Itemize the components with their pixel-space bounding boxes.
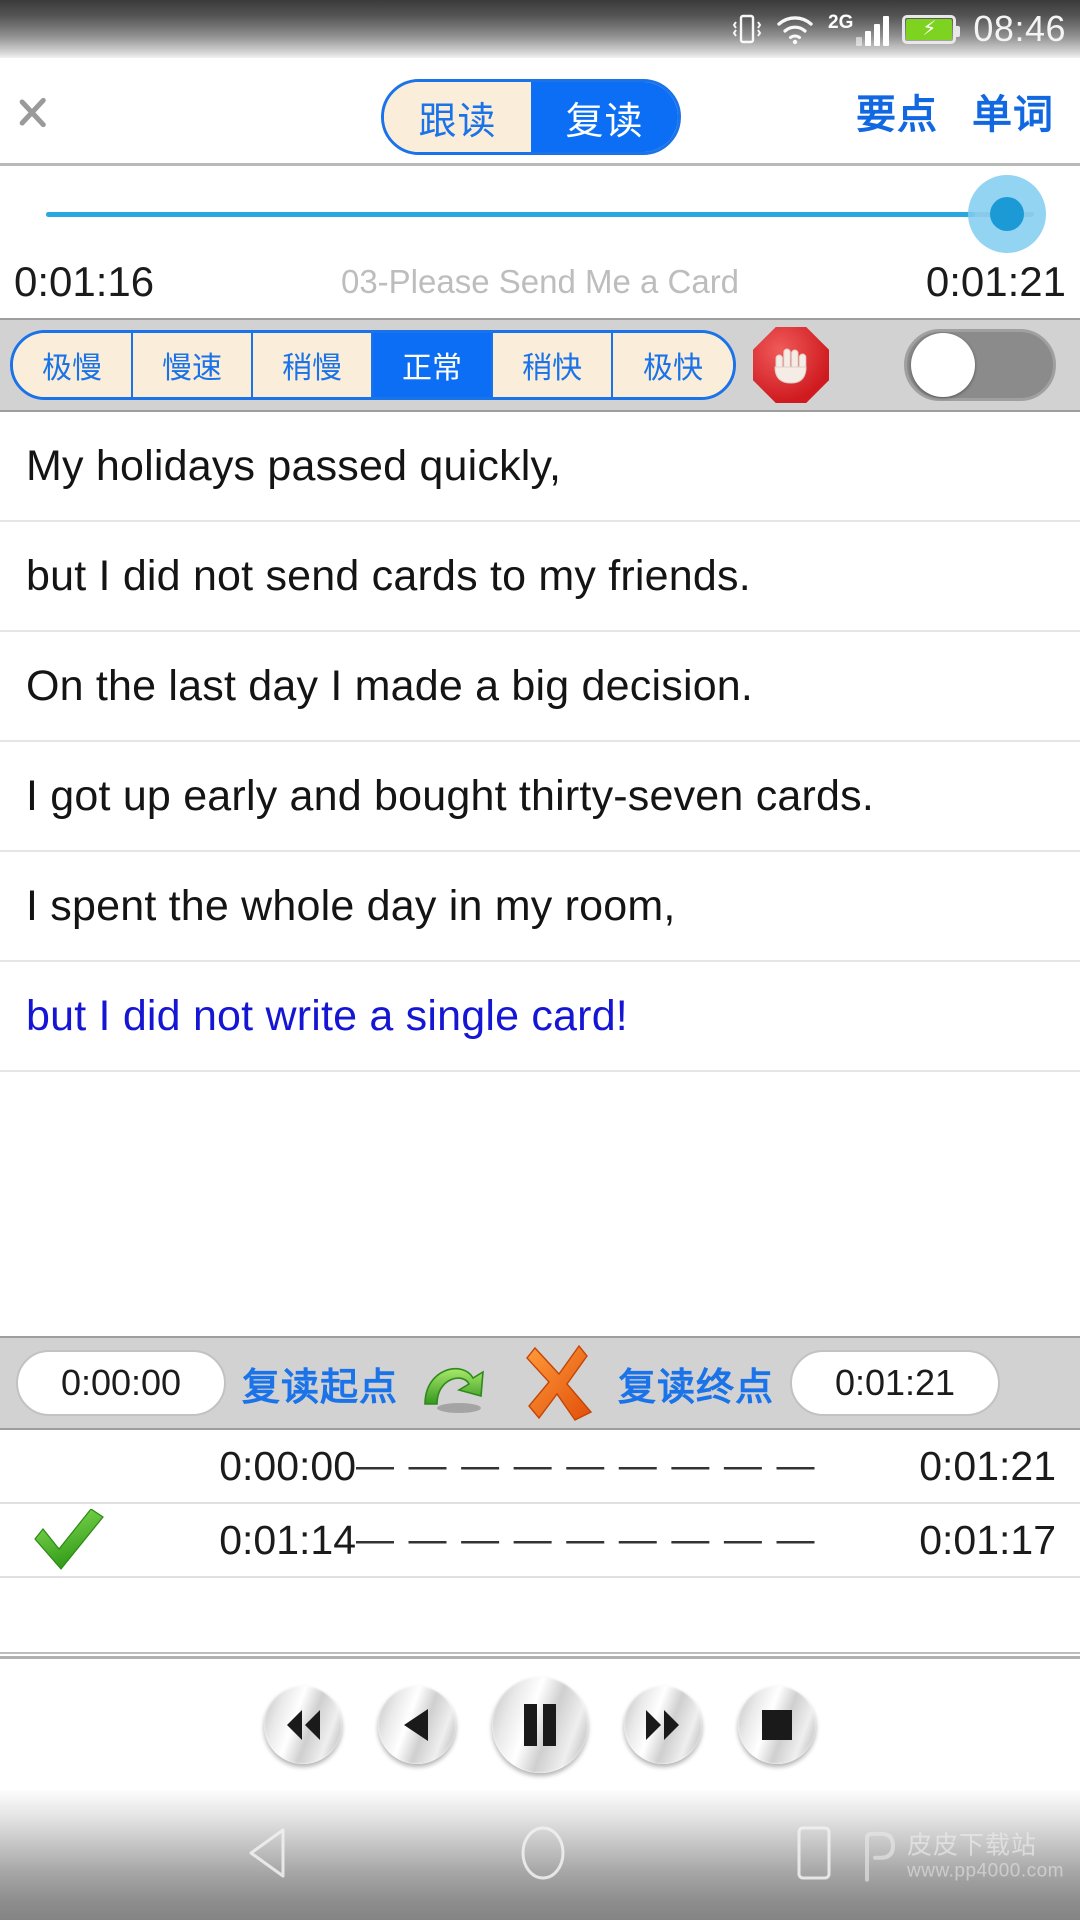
seek-slider[interactable] xyxy=(46,212,1034,217)
mark-row[interactable]: 0:00:00 — — — — — — — — — — — — 0:01:21 xyxy=(0,1430,1080,1504)
orange-cross-icon[interactable] xyxy=(516,1344,602,1421)
mark-dash-separator: — — — — — — — — — — — — xyxy=(356,1444,826,1487)
watermark-text: 皮皮下载站 www.pp4000.com xyxy=(907,1832,1064,1883)
repeat-end-time[interactable]: 0:01:21 xyxy=(790,1350,1001,1416)
words-link[interactable]: 单词 xyxy=(972,82,1054,140)
sentence-row[interactable]: My holidays passed quickly, xyxy=(0,412,1080,522)
speed-very-fast[interactable]: 极快 xyxy=(613,333,733,397)
mark-start-time: 0:00:00 xyxy=(219,1442,356,1489)
sentence-row[interactable]: but I did not send cards to my friends. xyxy=(0,522,1080,632)
speed-a-bit-slow[interactable]: 稍慢 xyxy=(253,333,373,397)
repeat-start-label[interactable]: 复读起点 xyxy=(242,1356,398,1411)
stop-button[interactable] xyxy=(738,1685,816,1764)
rewind-button[interactable] xyxy=(264,1685,342,1764)
repeat-range-bar: 0:00:00 复读起点 复读终点 0:01:21 xyxy=(0,1336,1080,1430)
battery-charging-icon: ⚡ xyxy=(902,14,961,44)
android-nav-bar: 皮皮下载站 www.pp4000.com xyxy=(0,1790,1080,1920)
site-watermark: 皮皮下载站 www.pp4000.com xyxy=(859,1832,1064,1883)
key-points-link[interactable]: 要点 xyxy=(856,82,938,140)
repeat-start-time[interactable]: 0:00:00 xyxy=(16,1350,226,1416)
vibrate-icon xyxy=(732,12,762,46)
mark-dash-separator: — — — — — — — — — — — — xyxy=(356,1518,826,1561)
triangle-back-icon[interactable] xyxy=(245,1826,293,1885)
wifi-icon xyxy=(775,13,815,45)
stop-hand-icon xyxy=(753,327,829,403)
sentence-row[interactable]: I spent the whole day in my room, xyxy=(0,852,1080,962)
repeat-mark-list: 0:00:00 — — — — — — — — — — — — 0:01:21 … xyxy=(0,1430,1080,1656)
tab-follow-read[interactable]: 跟读 xyxy=(384,82,531,152)
status-bar-clock: 08:46 xyxy=(973,8,1066,49)
network-type-label: 2G xyxy=(828,11,854,33)
status-bar: 2G ⚡ 08:46 xyxy=(0,0,1080,58)
mark-end-time: 0:01:17 xyxy=(919,1516,1056,1563)
sentence-row[interactable]: On the last day I made a big decision. xyxy=(0,632,1080,742)
seek-meta: 0:01:16 03-Please Send Me a Card 0:01:21 xyxy=(0,252,1080,312)
green-loop-arrow-icon[interactable] xyxy=(414,1348,500,1418)
speed-button-group: 极慢 慢速 稍慢 正常 稍快 极快 xyxy=(10,330,736,400)
loop-toggle-switch[interactable] xyxy=(904,329,1056,401)
signal-icon: 2G xyxy=(828,11,890,46)
seek-area: 0:01:16 03-Please Send Me a Card 0:01:21 xyxy=(0,166,1080,318)
sentence-row[interactable]: I got up early and bought thirty-seven c… xyxy=(0,742,1080,852)
app-header: 跟读 复读 要点 单词 xyxy=(0,58,1080,166)
tab-repeat-read[interactable]: 复读 xyxy=(531,82,678,152)
sentence-row-active[interactable]: but I did not write a single card! xyxy=(0,962,1080,1072)
mark-row-empty xyxy=(0,1578,1080,1654)
speed-slow[interactable]: 慢速 xyxy=(133,333,253,397)
speed-very-slow[interactable]: 极慢 xyxy=(13,333,133,397)
green-check-icon xyxy=(24,1509,116,1571)
seek-progress-fill xyxy=(46,212,975,217)
watermark-site-name: 皮皮下载站 xyxy=(907,1831,1038,1860)
mark-row-selected[interactable]: 0:01:14 — — — — — — — — — — — — 0:01:17 xyxy=(0,1504,1080,1578)
toggle-knob xyxy=(911,333,975,397)
speed-normal[interactable]: 正常 xyxy=(373,333,493,397)
mode-segmented-control[interactable]: 跟读 复读 xyxy=(381,79,681,155)
header-links: 要点 单词 xyxy=(856,82,1054,140)
mark-end-time: 0:01:21 xyxy=(919,1442,1056,1489)
seek-thumb[interactable] xyxy=(989,197,1024,231)
previous-button[interactable] xyxy=(378,1685,456,1764)
chevron-left-icon xyxy=(41,82,75,140)
forward-button[interactable] xyxy=(624,1685,702,1764)
pause-button[interactable] xyxy=(492,1676,588,1773)
speed-control-bar: 极慢 慢速 稍慢 正常 稍快 极快 xyxy=(0,318,1080,412)
mark-start-time: 0:01:14 xyxy=(219,1516,356,1563)
circle-home-icon[interactable] xyxy=(517,1825,569,1886)
player-controls xyxy=(0,1656,1080,1790)
app-root: 2G ⚡ 08:46 跟读 复读 要点 单词 0:01:16 03-Please… xyxy=(0,0,1080,1920)
watermark-logo-icon xyxy=(865,1832,896,1883)
track-title: 03-Please Send Me a Card xyxy=(340,263,740,300)
watermark-url: www.pp4000.com xyxy=(907,1860,1064,1882)
square-recents-icon[interactable] xyxy=(793,1825,835,1886)
speed-a-bit-fast[interactable]: 稍快 xyxy=(493,333,613,397)
signal-bars xyxy=(856,15,890,46)
back-button[interactable] xyxy=(0,58,116,163)
stop-hand-button[interactable] xyxy=(750,324,832,406)
repeat-end-label[interactable]: 复读终点 xyxy=(618,1356,774,1411)
sentence-list: My holidays passed quickly, but I did no… xyxy=(0,412,1080,1336)
